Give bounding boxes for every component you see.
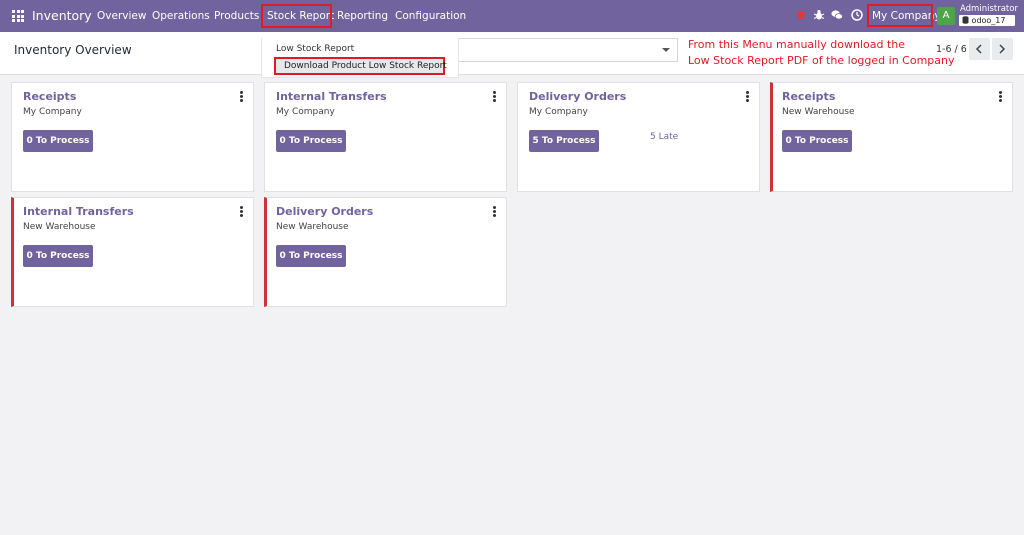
to-process-button[interactable]: 0 To Process (276, 245, 346, 267)
card-title[interactable]: Delivery Orders (529, 90, 626, 103)
kebab-menu-icon[interactable] (240, 91, 243, 102)
card-delivery-orders-my-company: Delivery Orders My Company 5 To Process … (517, 82, 760, 192)
chat-icon[interactable] (831, 9, 843, 21)
card-warehouse: My Company (529, 107, 588, 117)
pager-next-button[interactable] (992, 38, 1013, 60)
card-title[interactable]: Receipts (782, 90, 835, 103)
late-link[interactable]: 5 Late (650, 132, 678, 142)
card-warehouse: My Company (276, 107, 335, 117)
bug-icon[interactable] (813, 9, 825, 21)
database-badge: odoo_17 (959, 15, 1015, 26)
to-process-button[interactable]: 0 To Process (23, 130, 93, 152)
kebab-menu-icon[interactable] (493, 91, 496, 102)
user-avatar[interactable]: A (937, 7, 955, 25)
page-title: Inventory Overview (14, 43, 132, 57)
annotation-line-1: From this Menu manually download the (688, 38, 906, 51)
record-dot-icon[interactable] (795, 9, 807, 21)
chevron-left-icon (975, 44, 982, 54)
dropdown-item-download-low-stock-report[interactable]: Download Product Low Stock Report (274, 57, 447, 75)
to-process-button[interactable]: 0 To Process (782, 130, 852, 152)
menu-products[interactable]: Products (214, 0, 259, 32)
database-name: odoo_17 (971, 16, 1006, 25)
to-process-button[interactable]: 0 To Process (276, 130, 346, 152)
card-warehouse: My Company (23, 107, 82, 117)
menu-operations[interactable]: Operations (152, 0, 210, 32)
stock-report-dropdown: Low Stock Report Download Product Low St… (261, 38, 459, 78)
kebab-menu-icon[interactable] (493, 206, 496, 217)
to-process-button[interactable]: 5 To Process (529, 130, 599, 152)
search-bar[interactable] (459, 38, 678, 62)
pager-previous-button[interactable] (969, 38, 990, 60)
card-title[interactable]: Receipts (23, 90, 76, 103)
kebab-menu-icon[interactable] (240, 206, 243, 217)
top-navbar: Inventory Overview Operations Products S… (0, 0, 1024, 32)
card-receipts-my-company: Receipts My Company 0 To Process (11, 82, 254, 192)
company-highlight (867, 4, 933, 27)
menu-overview[interactable]: Overview (97, 0, 146, 32)
clock-icon[interactable] (851, 9, 863, 21)
to-process-button[interactable]: 0 To Process (23, 245, 93, 267)
dropdown-item-low-stock-report[interactable]: Low Stock Report (276, 44, 354, 54)
card-warehouse: New Warehouse (782, 107, 855, 117)
menu-configuration[interactable]: Configuration (395, 0, 466, 32)
card-receipts-new-warehouse: Receipts New Warehouse 0 To Process (770, 82, 1013, 192)
card-internal-transfers-my-company: Internal Transfers My Company 0 To Proce… (264, 82, 507, 192)
user-name[interactable]: Administrator (960, 4, 1018, 14)
chevron-right-icon (999, 44, 1006, 54)
card-title[interactable]: Internal Transfers (276, 90, 387, 103)
card-internal-transfers-new-warehouse: Internal Transfers New Warehouse 0 To Pr… (11, 197, 254, 307)
database-icon (962, 16, 969, 24)
apps-grid-icon[interactable] (12, 10, 24, 22)
card-warehouse: New Warehouse (276, 222, 349, 232)
card-title[interactable]: Delivery Orders (276, 205, 373, 218)
menu-reporting[interactable]: Reporting (337, 0, 388, 32)
annotation-line-2: Low Stock Report PDF of the logged in Co… (688, 54, 955, 67)
kebab-menu-icon[interactable] (999, 91, 1002, 102)
chevron-down-icon[interactable] (662, 48, 670, 52)
app-name[interactable]: Inventory (32, 0, 92, 32)
stock-report-highlight (261, 4, 332, 28)
card-delivery-orders-new-warehouse: Delivery Orders New Warehouse 0 To Proce… (264, 197, 507, 307)
card-title[interactable]: Internal Transfers (23, 205, 134, 218)
kebab-menu-icon[interactable] (746, 91, 749, 102)
card-warehouse: New Warehouse (23, 222, 96, 232)
